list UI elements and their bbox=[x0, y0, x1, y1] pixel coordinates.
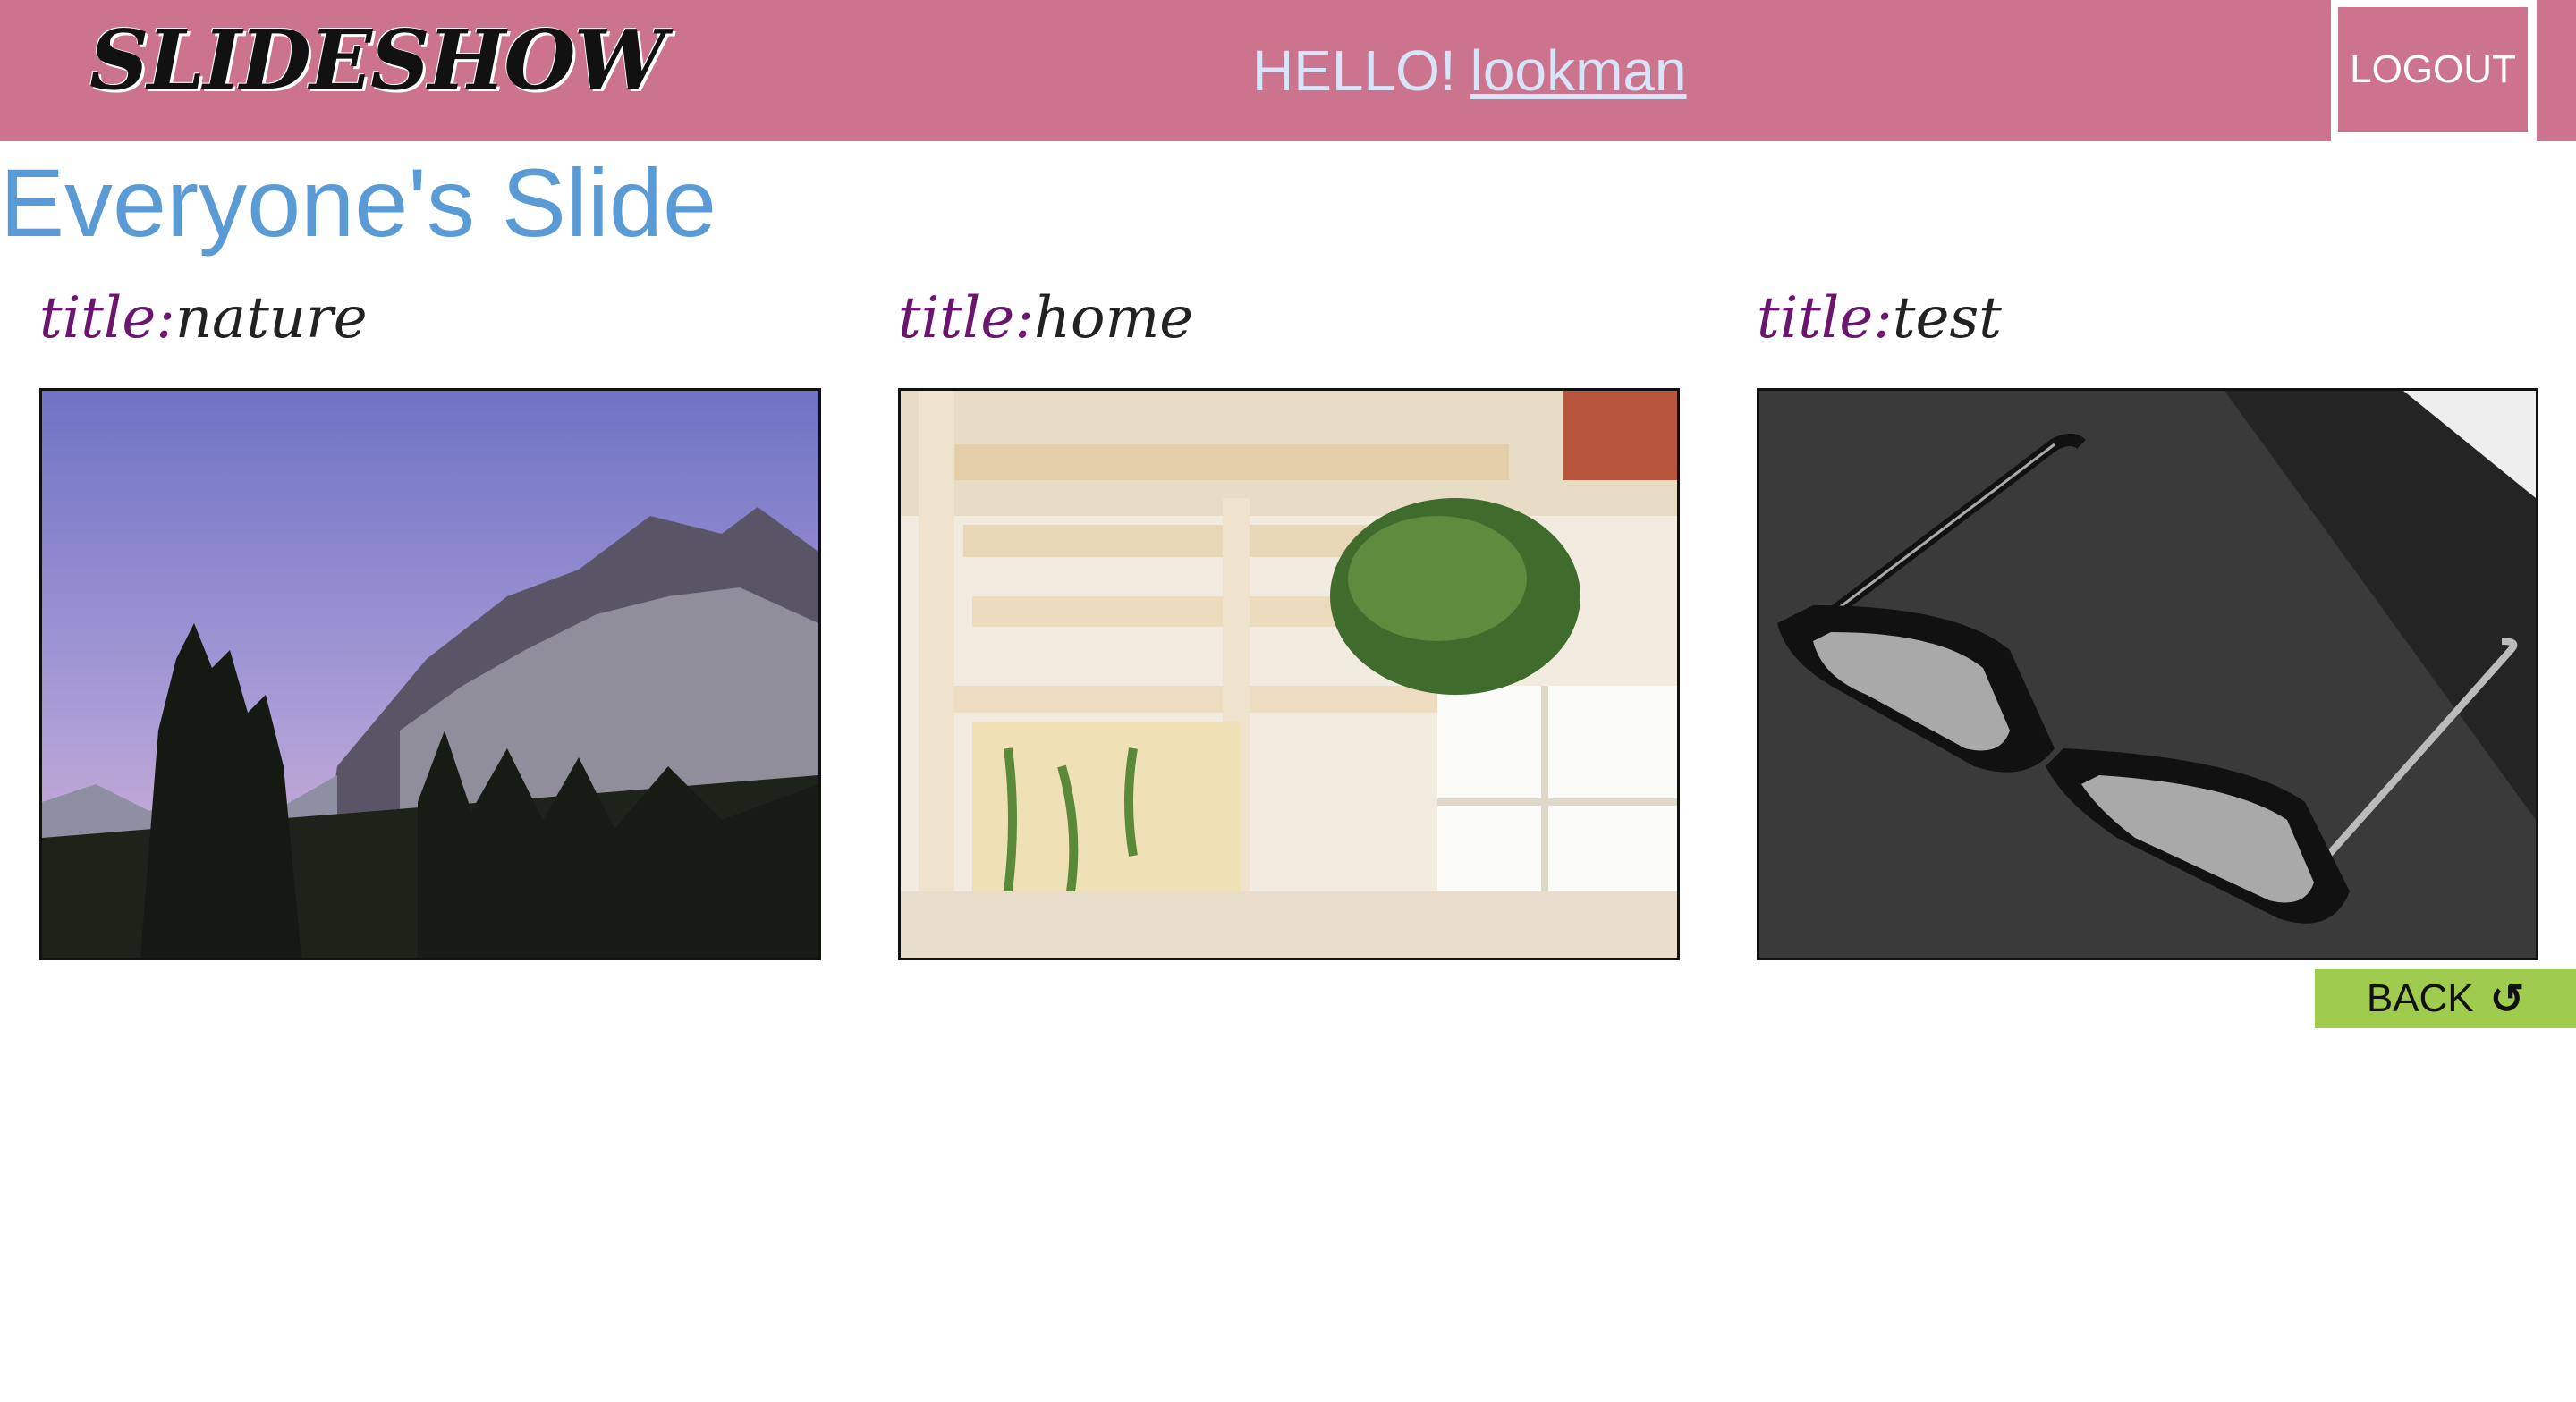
slide-title-value: test bbox=[1892, 285, 2002, 351]
slide-title: title:nature bbox=[39, 284, 819, 374]
undo-icon: ↺ bbox=[2489, 975, 2525, 1022]
back-button-label: BACK bbox=[2366, 976, 2474, 1020]
slide-card-home: title:home bbox=[898, 284, 1680, 960]
slide-title-label: title: bbox=[39, 285, 175, 351]
app-logo[interactable]: SLIDESHOW bbox=[89, 7, 666, 114]
slide-title: title:home bbox=[898, 284, 1678, 374]
slide-title: title:test bbox=[1757, 284, 2537, 374]
back-button[interactable]: BACK ↺ bbox=[2315, 969, 2576, 1028]
slide-title-value: home bbox=[1033, 285, 1194, 351]
mountain-photo[interactable] bbox=[39, 388, 821, 960]
slide-card-test: title:test bbox=[1757, 284, 2538, 960]
slide-title-value: nature bbox=[174, 285, 368, 351]
greeting-text: HELLO! bbox=[1252, 38, 1456, 103]
slide-title-label: title: bbox=[1757, 285, 1893, 351]
page-title: Everyone's Slide bbox=[0, 148, 717, 257]
logout-frame: LOGOUT bbox=[2331, 0, 2537, 141]
username-link[interactable]: lookman bbox=[1470, 38, 1687, 103]
glasses-photo[interactable] bbox=[1757, 388, 2538, 960]
interior-photo[interactable] bbox=[898, 388, 1680, 960]
greeting: HELLO! lookman bbox=[1252, 39, 1687, 102]
logout-button[interactable]: LOGOUT bbox=[2338, 7, 2528, 132]
slide-title-label: title: bbox=[898, 285, 1034, 351]
slide-card-nature: title:nature bbox=[39, 284, 821, 960]
header-bar: SLIDESHOW HELLO! lookman LOGOUT bbox=[0, 0, 2576, 141]
